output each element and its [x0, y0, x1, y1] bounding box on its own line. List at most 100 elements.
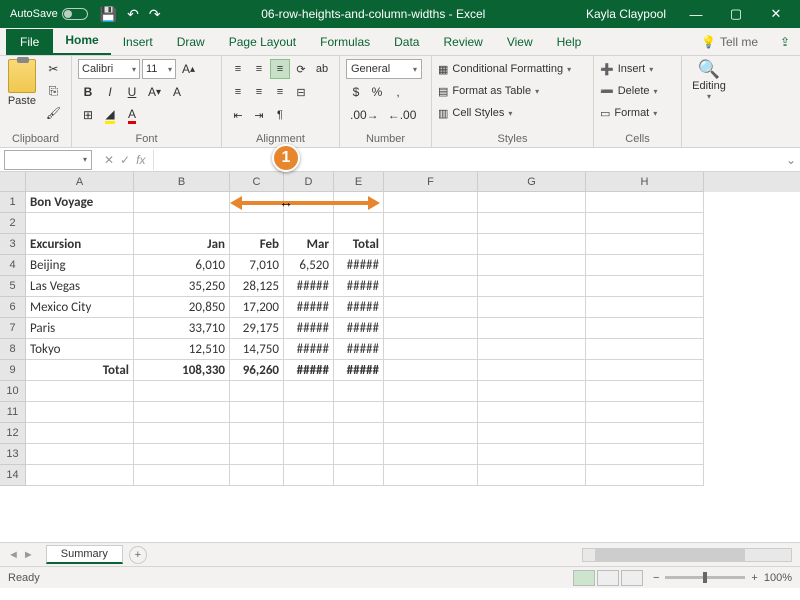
tab-view[interactable]: View: [495, 29, 545, 55]
normal-view-button[interactable]: [573, 570, 595, 586]
cell[interactable]: [384, 381, 478, 402]
sheet-nav-prev-icon[interactable]: ◄: [8, 549, 19, 561]
cell[interactable]: [230, 213, 284, 234]
cell[interactable]: [26, 465, 134, 486]
row-header[interactable]: 8: [0, 339, 26, 360]
cell[interactable]: [478, 465, 586, 486]
font-name-select[interactable]: Calibri▾: [78, 59, 140, 79]
cell[interactable]: [134, 192, 230, 213]
cell[interactable]: [586, 360, 704, 381]
zoom-in-icon[interactable]: +: [751, 572, 757, 584]
cell[interactable]: [26, 423, 134, 444]
column-header-b[interactable]: B: [134, 172, 230, 192]
row-header[interactable]: 6: [0, 297, 26, 318]
decrease-indent-button[interactable]: ⇤: [228, 105, 248, 125]
row-header[interactable]: 10: [0, 381, 26, 402]
cell[interactable]: [384, 234, 478, 255]
cell[interactable]: [134, 423, 230, 444]
cell[interactable]: 7,010: [230, 255, 284, 276]
cell[interactable]: [384, 402, 478, 423]
cell[interactable]: [230, 402, 284, 423]
cell[interactable]: [26, 381, 134, 402]
share-button[interactable]: ⇪: [768, 29, 800, 55]
cell[interactable]: [478, 444, 586, 465]
decrease-decimal-button[interactable]: ←.00: [384, 105, 421, 125]
cell[interactable]: #####: [284, 297, 334, 318]
cell[interactable]: Feb: [230, 234, 284, 255]
row-header[interactable]: 1: [0, 192, 26, 213]
cut-button[interactable]: ✂: [42, 59, 65, 79]
redo-icon[interactable]: ↷: [149, 6, 161, 23]
cell[interactable]: [334, 402, 384, 423]
underline-button[interactable]: U: [122, 82, 142, 102]
cell[interactable]: #####: [334, 255, 384, 276]
page-layout-view-button[interactable]: [597, 570, 619, 586]
cell[interactable]: 29,175: [230, 318, 284, 339]
cell[interactable]: 35,250: [134, 276, 230, 297]
cell[interactable]: [334, 423, 384, 444]
sheet-nav-next-icon[interactable]: ►: [23, 549, 34, 561]
copy-button[interactable]: ⎘: [42, 81, 65, 101]
cell[interactable]: [134, 381, 230, 402]
cell[interactable]: [478, 381, 586, 402]
row-header[interactable]: 2: [0, 213, 26, 234]
cell[interactable]: [586, 192, 704, 213]
cell[interactable]: Beijing: [26, 255, 134, 276]
cell[interactable]: Excursion: [26, 234, 134, 255]
tab-draw[interactable]: Draw: [165, 29, 217, 55]
cell[interactable]: Paris: [26, 318, 134, 339]
column-header-e[interactable]: E: [334, 172, 384, 192]
percent-button[interactable]: %: [367, 82, 387, 102]
row-header[interactable]: 9: [0, 360, 26, 381]
cell[interactable]: #####: [334, 318, 384, 339]
row-header[interactable]: 14: [0, 465, 26, 486]
cell[interactable]: [384, 297, 478, 318]
cell[interactable]: #####: [284, 276, 334, 297]
cell[interactable]: [26, 213, 134, 234]
cell[interactable]: [284, 381, 334, 402]
cell[interactable]: [586, 423, 704, 444]
cell[interactable]: [284, 465, 334, 486]
tab-data[interactable]: Data: [382, 29, 431, 55]
italic-button[interactable]: I: [100, 82, 120, 102]
orientation-button[interactable]: ⟳: [291, 59, 311, 79]
zoom-out-icon[interactable]: −: [653, 572, 659, 584]
cell[interactable]: [230, 423, 284, 444]
cell[interactable]: Total: [26, 360, 134, 381]
rtl-button[interactable]: ¶: [270, 105, 290, 125]
cell[interactable]: [384, 213, 478, 234]
cell[interactable]: Total: [334, 234, 384, 255]
cell[interactable]: [586, 381, 704, 402]
cell[interactable]: [334, 192, 384, 213]
cell[interactable]: [586, 444, 704, 465]
cell[interactable]: Las Vegas: [26, 276, 134, 297]
cell[interactable]: [26, 402, 134, 423]
autosave-toggle[interactable]: AutoSave: [10, 8, 88, 20]
increase-font-button2[interactable]: A: [167, 82, 187, 102]
cell[interactable]: [334, 381, 384, 402]
row-header[interactable]: 7: [0, 318, 26, 339]
cell[interactable]: [586, 402, 704, 423]
cell[interactable]: [384, 276, 478, 297]
formula-input[interactable]: [153, 150, 782, 170]
cell[interactable]: 33,710: [134, 318, 230, 339]
cell[interactable]: [334, 444, 384, 465]
cell[interactable]: [384, 255, 478, 276]
tab-insert[interactable]: Insert: [111, 29, 165, 55]
cell[interactable]: [586, 318, 704, 339]
cell[interactable]: 6,520: [284, 255, 334, 276]
increase-indent-button[interactable]: ⇥: [249, 105, 269, 125]
cell[interactable]: Mar: [284, 234, 334, 255]
cell[interactable]: [478, 255, 586, 276]
cell[interactable]: [478, 318, 586, 339]
cell[interactable]: 20,850: [134, 297, 230, 318]
tab-help[interactable]: Help: [545, 29, 594, 55]
cell[interactable]: [384, 339, 478, 360]
row-header[interactable]: 13: [0, 444, 26, 465]
cell[interactable]: [478, 360, 586, 381]
cell[interactable]: [478, 192, 586, 213]
borders-button[interactable]: ⊞: [78, 105, 98, 125]
cell[interactable]: [586, 339, 704, 360]
tab-file[interactable]: File: [6, 29, 53, 55]
cell[interactable]: [230, 465, 284, 486]
